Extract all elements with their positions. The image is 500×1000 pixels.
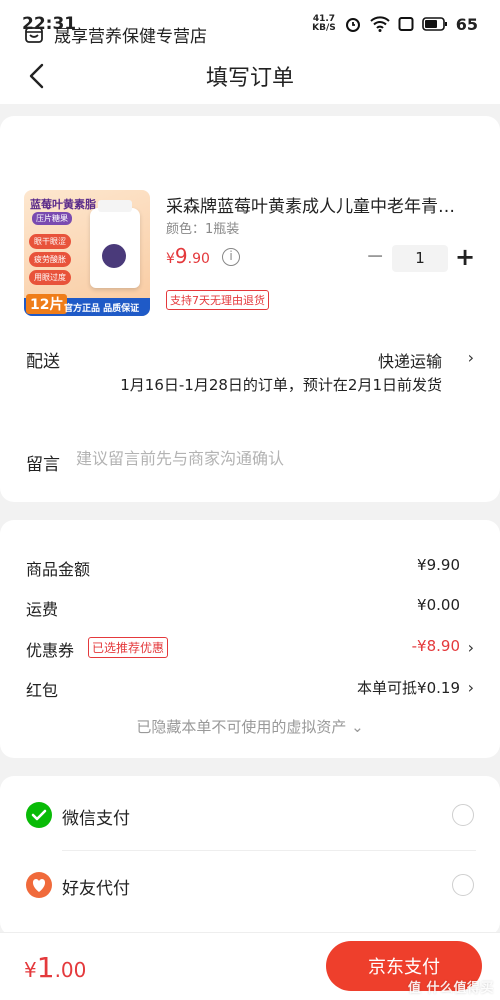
screen-icon — [398, 17, 414, 31]
product-image-sub: 压片糖果 — [32, 212, 72, 225]
watermark: 值 什么值得买 — [407, 981, 494, 996]
coupon-row[interactable]: 优惠券 已选推荐优惠 -¥8.90 › — [0, 637, 500, 667]
payment-option-wechat[interactable]: 微信支付 — [0, 792, 500, 842]
product-title[interactable]: 采森牌蓝莓叶黄素成人儿童中老年青… — [166, 192, 476, 217]
shipping-row: 运费 ¥0.00 — [0, 596, 500, 626]
total-currency: ¥ — [24, 958, 37, 982]
red-packet-label: 红包 — [26, 681, 59, 700]
nav-bar: 填写订单 — [0, 48, 500, 104]
goods-amount-label: 商品金额 — [26, 560, 91, 579]
total-decimal: .00 — [54, 958, 87, 982]
payment-option-friend[interactable]: 好友代付 — [0, 862, 500, 912]
price-decimal: .90 — [187, 251, 210, 267]
info-icon[interactable]: i — [222, 248, 240, 266]
payment-radio[interactable] — [452, 874, 474, 896]
red-packet-row[interactable]: 红包 本单可抵¥0.19 › — [0, 677, 500, 707]
shipping-value: ¥0.00 — [417, 596, 460, 614]
product-image-official: 官方正品 品质保证 — [64, 304, 140, 314]
coupon-badge: 已选推荐优惠 — [88, 637, 169, 658]
goods-amount-row: 商品金额 ¥9.90 — [0, 556, 500, 586]
battery-level: 65 — [455, 14, 478, 34]
product-image-tag: 眼干眼涩 — [29, 234, 71, 249]
status-icons: 41.7 KB/S 65 — [312, 15, 478, 34]
quantity-increase-button[interactable]: + — [454, 244, 476, 272]
note-label: 留言 — [26, 455, 60, 475]
quantity-value[interactable]: 1 — [392, 245, 448, 272]
product-image-tag: 用眼过度 — [29, 270, 71, 285]
net-speed-unit: KB/S — [312, 23, 336, 33]
shipping-label: 运费 — [26, 600, 59, 619]
quantity-decrease-button[interactable]: − — [366, 244, 384, 272]
checkout-bar: ¥ 1 .00 京东支付 值 什么值得买 — [0, 932, 500, 1000]
goods-amount-value: ¥9.90 — [417, 556, 460, 574]
price-integer: 9 — [174, 244, 188, 268]
delivery-method[interactable]: 快递运输 — [378, 348, 442, 372]
store-name: 晟享营养保健专营店 — [54, 27, 207, 47]
product-price: ¥ 9 .90 — [166, 244, 210, 268]
product-image-tag: 疲劳酸胀 — [29, 252, 71, 267]
battery-icon — [421, 17, 447, 31]
delivery-label: 配送 — [26, 352, 60, 372]
alarm-icon — [345, 18, 360, 32]
chevron-right-icon[interactable]: › — [468, 678, 474, 697]
delivery-estimate: 1月16日-1月28日的订单，预计在2月1日前发货 — [120, 376, 442, 394]
hidden-assets-toggle[interactable]: 已隐藏本单不可使用的虚拟资产 ⌄ — [0, 716, 500, 737]
store-header[interactable]: 晟享营养保健专营店 — [24, 22, 207, 47]
back-button[interactable] — [24, 60, 54, 92]
berry-graphic — [102, 244, 126, 268]
chevron-right-icon[interactable]: › — [468, 638, 474, 657]
bottle-graphic — [90, 200, 140, 288]
coupon-value: -¥8.90 — [411, 637, 460, 655]
product-image-count: 12片 — [26, 294, 68, 314]
page-title: 填写订单 — [205, 66, 294, 91]
net-speed: 41.7 KB/S — [312, 15, 336, 33]
product-image-header: 蓝莓叶黄素脂 — [30, 198, 96, 211]
red-packet-value: 本单可抵¥0.19 — [357, 679, 460, 697]
return-policy-badge: 支持7天无理由退货 — [166, 290, 269, 310]
divider — [62, 850, 476, 851]
chevron-right-icon[interactable]: › — [468, 348, 474, 367]
total-amount: ¥ 1 .00 — [24, 951, 86, 984]
note-input[interactable] — [76, 449, 466, 468]
coupon-label: 优惠券 — [26, 641, 75, 660]
store-icon — [25, 26, 43, 43]
price-currency: ¥ — [166, 251, 175, 267]
payment-radio[interactable] — [452, 804, 474, 826]
product-spec[interactable]: 颜色：1瓶装 — [166, 218, 239, 237]
wifi-icon — [370, 16, 390, 32]
back-arrow-icon — [29, 63, 44, 89]
total-integer: 1 — [36, 951, 55, 984]
payment-label: 微信支付 — [62, 809, 130, 829]
wechat-pay-icon — [26, 802, 52, 828]
friend-pay-icon — [26, 872, 52, 898]
payment-label: 好友代付 — [62, 879, 130, 899]
product-image[interactable]: 蓝莓叶黄素脂 压片糖果 眼干眼涩 疲劳酸胀 用眼过度 12片 官方正品 品质保证 — [24, 190, 150, 316]
